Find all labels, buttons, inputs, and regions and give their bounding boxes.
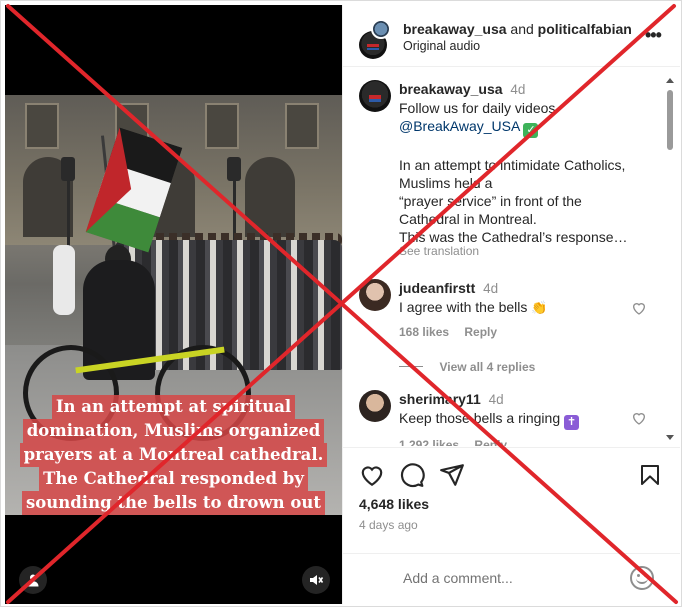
comment-likes[interactable]: 1,292 likes [399,438,459,446]
avatar[interactable] [359,279,391,311]
comment-time[interactable]: 4d [489,392,504,407]
person-tag-icon [27,574,39,587]
scroll-up-icon[interactable] [666,78,674,83]
video-frame[interactable]: In an attempt at spiritual domination, M… [5,95,342,515]
video-caption: In an attempt at spiritual domination, M… [5,395,342,515]
post-info-panel: breakaway_usa and politicalfabian Origin… [342,5,680,604]
comments-list[interactable]: breakaway_usa 4d Follow us for daily vid… [343,68,680,446]
comment-likes[interactable]: 168 likes [399,325,449,339]
post-caption: breakaway_usa 4d Follow us for daily vid… [399,80,659,258]
video-caption-line: In an attempt at spiritual [51,395,296,419]
video-player[interactable]: In an attempt at spiritual domination, M… [5,5,342,604]
bookmark-icon[interactable] [638,462,662,488]
window [25,103,59,149]
comment-text: I agree with the bells [399,299,528,315]
post-authors: breakaway_usa and politicalfabian [403,20,632,38]
caption-line: “prayer service” in front of the [399,193,582,209]
arch [245,157,295,237]
author-joiner: and [510,21,534,37]
standing-person [53,245,75,315]
video-caption-line: domination, Muslims organized [22,419,325,443]
see-translation-link[interactable]: See translation [399,244,659,258]
tag-button[interactable] [19,566,47,594]
audio-link[interactable]: Original audio [403,39,480,53]
window [205,103,239,149]
collab-author-link[interactable]: politicalfabian [538,21,632,37]
comment-username[interactable]: judeanfirstt [399,280,475,296]
mention-link[interactable]: @BreakAway_USA [399,118,520,134]
caption-line: Follow us for daily videos [399,100,556,116]
comment-username[interactable]: sherimary11 [399,391,481,407]
reply-button[interactable]: Reply [464,325,497,339]
post-dialog: In an attempt at spiritual domination, M… [0,0,682,607]
comment-icon[interactable] [399,462,425,488]
like-comment-heart-icon[interactable] [631,410,647,426]
view-replies-text[interactable]: View all 4 replies [439,360,535,374]
video-caption-line: The Cathedral responded by [39,467,308,491]
author-link[interactable]: breakaway_usa [403,21,507,37]
cross-emoji-icon: ✝ [564,415,579,430]
add-comment-input[interactable] [403,568,623,588]
caption-line: Muslims held a [399,175,493,191]
caption-line: In an attempt to intimidate Catholics, [399,157,626,173]
like-comment-heart-icon[interactable] [631,300,647,316]
caption-username[interactable]: breakaway_usa [399,81,503,97]
post-header: breakaway_usa and politicalfabian Origin… [343,5,680,67]
lamp [61,157,75,181]
comment-text: Keep those bells a ringing [399,410,561,426]
share-icon[interactable] [439,462,465,488]
more-options-button[interactable]: ••• [645,25,662,46]
scroll-thumb[interactable] [667,90,673,150]
mute-button[interactable] [302,566,330,594]
video-caption-line: prayers at a Montreal cathedral. [19,443,328,467]
window [285,103,319,149]
lamp [227,157,241,181]
scroll-down-icon[interactable] [666,435,674,440]
avatar[interactable] [359,390,391,422]
check-emoji-icon: ✓ [523,123,539,138]
smiley-icon[interactable] [630,566,654,590]
comment: judeanfirstt 4d I agree with the bells 👏… [399,279,629,339]
caption-line: Cathedral in Montreal. [399,211,537,227]
add-comment-bar [343,553,680,604]
likes-count[interactable]: 4,648 likes [359,496,429,512]
more-horizontal-icon: ••• [645,25,662,45]
clapping-emoji-icon: 👏 [531,300,548,315]
comment: sherimary11 4d Keep those bells a ringin… [399,390,629,446]
heart-icon[interactable] [359,462,385,488]
reply-button[interactable]: Reply [474,438,507,446]
video-caption-line: sounding the bells to drown out [21,491,325,515]
avatar[interactable] [359,80,391,112]
collab-avatar[interactable] [371,19,391,39]
post-timestamp[interactable]: 4 days ago [359,518,418,532]
speaker-muted-icon [310,575,324,585]
comment-time[interactable]: 4d [483,281,498,296]
view-replies[interactable]: View all 4 replies [399,358,535,376]
caption-time[interactable]: 4d [510,82,525,97]
comments-scrollbar[interactable] [666,78,674,440]
